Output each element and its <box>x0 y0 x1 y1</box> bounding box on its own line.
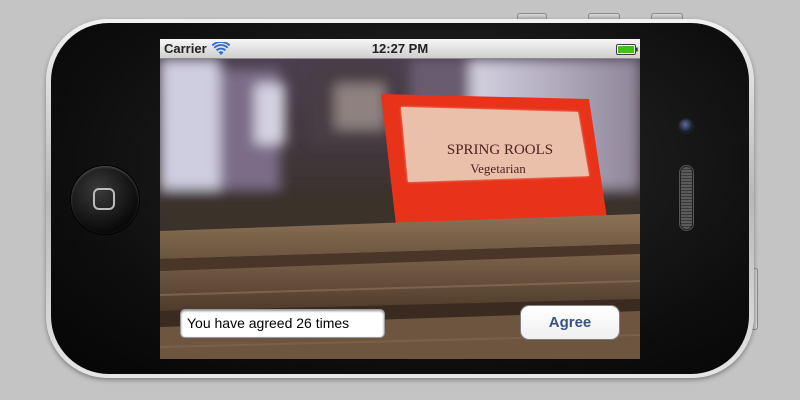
front-camera-icon <box>679 119 693 133</box>
sign-title: SPRING ROOLS <box>447 142 553 158</box>
status-time: 12:27 PM <box>371 41 429 56</box>
menu-sign-card: SPRING ROOLS Vegetarian <box>381 94 608 234</box>
home-button[interactable] <box>71 166 139 234</box>
agree-count-field[interactable]: You have agreed 26 times <box>181 310 384 337</box>
device-screen: Carrier 12:27 PM SPRING ROOLS Vegetarian… <box>160 39 640 359</box>
earpiece-speaker-icon <box>680 166 693 230</box>
agree-button[interactable]: Agree <box>521 306 619 339</box>
status-bar: Carrier 12:27 PM <box>160 39 640 59</box>
simulator-stage: Carrier 12:27 PM SPRING ROOLS Vegetarian… <box>0 0 800 400</box>
sign-subtitle: Vegetarian <box>470 161 526 176</box>
battery-icon <box>616 44 638 55</box>
home-button-icon <box>93 188 115 210</box>
